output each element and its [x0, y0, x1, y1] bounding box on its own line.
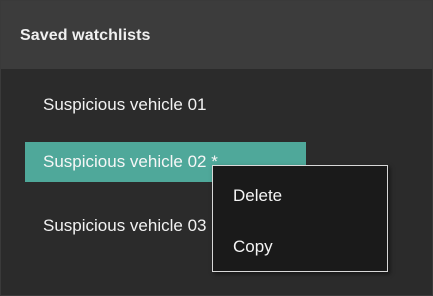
- panel-header: Saved watchlists: [1, 1, 432, 69]
- delete-menu-item[interactable]: Delete: [213, 176, 387, 216]
- panel-title: Saved watchlists: [20, 27, 151, 44]
- saved-watchlists-panel: Saved watchlists Suspicious vehicle 01 S…: [0, 0, 433, 296]
- copy-menu-item[interactable]: Copy: [213, 227, 387, 267]
- context-menu: Delete Copy: [212, 165, 388, 272]
- watchlist-item[interactable]: Suspicious vehicle 01: [25, 85, 305, 125]
